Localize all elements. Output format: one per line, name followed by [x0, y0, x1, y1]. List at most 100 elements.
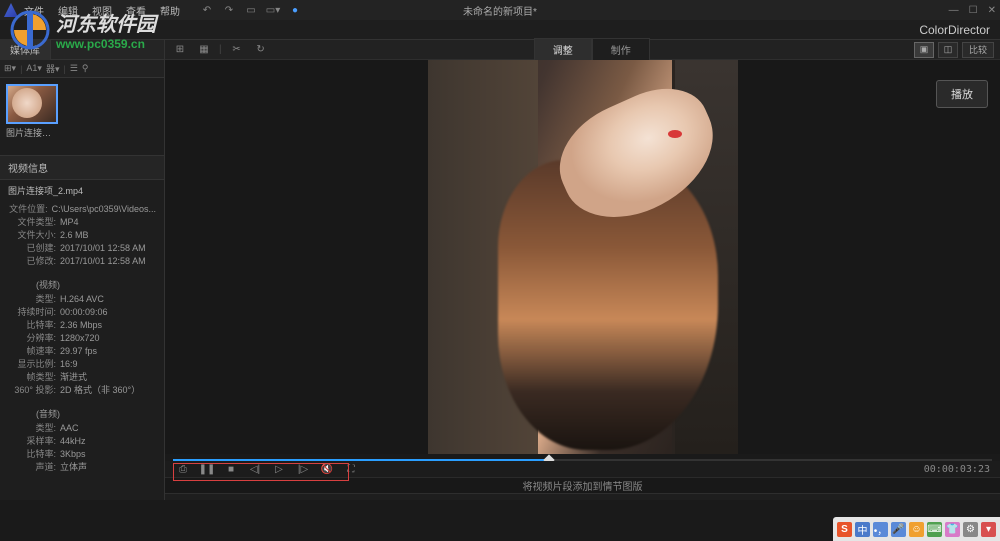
expand-icon[interactable]: ⛶	[341, 461, 361, 477]
system-tray: S 中 •， 🎤 ☺ ⌨ 👕 ⚙ ▾	[833, 517, 1000, 541]
info-key: 比特率:	[8, 319, 56, 332]
tool-icon-1[interactable]: ⊞	[171, 42, 189, 58]
info-row: 文件类型:MP4	[8, 216, 156, 229]
brand-name: ColorDirector	[919, 23, 990, 37]
left-panel: 媒体库 ⊞▾ | A1▾ 器▾ | ☰ ⚲ 图片连接项_2... 视频信息 图片…	[0, 40, 165, 500]
import-icon[interactable]: ⊞▾	[4, 63, 16, 74]
menu-help[interactable]: 帮助	[160, 3, 180, 18]
info-key: 帧类型:	[8, 371, 56, 384]
next-frame-icon[interactable]: |▷	[293, 461, 313, 477]
view-split-icon[interactable]: ◫	[938, 42, 958, 58]
playback-controls: ⎙ ❚❚ ■ ◁| ▷ |▷ 🔇 ⛶ 00:00:03:23	[165, 461, 1000, 477]
info-row: 显示比例: 16:9	[8, 358, 156, 371]
compare-button[interactable]: 比较	[962, 42, 994, 58]
info-row: 360° 投影:2D 格式（非 360°）	[8, 384, 156, 397]
info-value: 1280x720	[60, 332, 100, 345]
view-single-icon[interactable]: ▣	[914, 42, 934, 58]
info-value: 29.97 fps	[60, 345, 97, 358]
capture-icon[interactable]: ⎙	[173, 461, 193, 477]
list-view-icon[interactable]: ☰	[70, 63, 78, 74]
pause-icon[interactable]: ❚❚	[197, 461, 217, 477]
stop-icon[interactable]: ■	[221, 461, 241, 477]
tray-emoji-icon[interactable]: ☺	[909, 522, 924, 537]
watermark-title: 河东软件园	[56, 8, 156, 37]
tray-settings-icon[interactable]: ⚙	[963, 522, 978, 537]
info-key: 显示比例:	[8, 358, 56, 371]
storyboard-drop-area[interactable]: 将视频片段添加到情节图版	[165, 477, 1000, 493]
play-button[interactable]: 播放	[936, 80, 988, 108]
info-row: 帧速率: 29.97 fps	[8, 345, 156, 358]
top-toolbar: ↶ ↷ ▭ ▭▾ ●	[200, 3, 302, 17]
info-value: 2D 格式（非 360°）	[60, 384, 140, 397]
media-thumbnail[interactable]: 图片连接项_2...	[6, 84, 58, 139]
clip-icon[interactable]: ✂	[228, 42, 246, 58]
tab-produce[interactable]: 制作	[592, 38, 650, 61]
tray-ime-icon[interactable]: 中	[855, 522, 870, 537]
info-row: 类型:AAC	[8, 422, 156, 435]
info-row: 已修改:2017/10/01 12:58 AM	[8, 255, 156, 268]
separator: |	[219, 44, 222, 55]
info-key: 已修改:	[8, 255, 56, 268]
tool-icon-2[interactable]: ▦	[195, 42, 213, 58]
watermark-logo-icon	[10, 10, 50, 50]
video-info-panel: 视频信息 图片连接项_2.mp4 文件位置:C:\Users\pc0359\Vi…	[0, 155, 164, 500]
info-value: 2017/10/01 12:58 AM	[60, 242, 146, 255]
tab-adjust[interactable]: 调整	[534, 38, 592, 61]
info-key: 文件类型:	[8, 216, 56, 229]
tray-punct-icon[interactable]: •，	[873, 522, 888, 537]
info-value: 00:00:09:06	[60, 306, 108, 319]
tray-keyboard-icon[interactable]: ⌨	[927, 522, 942, 537]
size-dropdown[interactable]: 器▾	[46, 62, 60, 75]
search-icon[interactable]: ⚲	[82, 63, 89, 74]
info-value: 3Kbps	[60, 448, 86, 461]
info-row: 声道:立体声	[8, 461, 156, 474]
maximize-icon[interactable]: ☐	[969, 5, 978, 16]
info-filename: 图片连接项_2.mp4	[0, 180, 164, 201]
prev-frame-icon[interactable]: ◁|	[245, 461, 265, 477]
info-key: 声道:	[8, 461, 56, 474]
info-row: 已创建:2017/10/01 12:58 AM	[8, 242, 156, 255]
tray-sogou-icon[interactable]: S	[837, 522, 852, 537]
info-key: 类型:	[8, 422, 56, 435]
info-group-video: (视频)	[0, 276, 164, 291]
sort-dropdown[interactable]: A1▾	[26, 63, 42, 74]
thumbnail-label: 图片连接项_2...	[6, 126, 58, 139]
storyboard-hint: 将视频片段添加到情节图版	[523, 478, 643, 493]
info-value: 2.6 MB	[60, 229, 89, 242]
info-panel-header: 视频信息	[0, 156, 164, 180]
preview-image	[428, 60, 738, 454]
info-row: 类型: H.264 AVC	[8, 293, 156, 306]
info-value: C:\Users\pc0359\Videos...	[52, 203, 156, 216]
tray-skin-icon[interactable]: 👕	[945, 522, 960, 537]
info-key: 帧速率:	[8, 345, 56, 358]
info-row: 文件大小:2.6 MB	[8, 229, 156, 242]
close-icon[interactable]: ✕	[988, 5, 996, 16]
timecode-display: 00:00:03:23	[924, 464, 990, 475]
info-key: 分辨率:	[8, 332, 56, 345]
separator: |	[63, 64, 65, 74]
cloud-icon[interactable]: ●	[288, 3, 302, 17]
timeline[interactable]	[165, 454, 1000, 461]
info-group-audio: (音频)	[0, 405, 164, 420]
info-value: 16:9	[60, 358, 78, 371]
horizontal-scrollbar[interactable]	[165, 493, 1000, 500]
info-row: 持续时间:00:00:09:06	[8, 306, 156, 319]
screen-icon[interactable]: ▭	[244, 3, 258, 17]
minimize-icon[interactable]: —	[949, 5, 959, 16]
rotate-icon[interactable]: ↻	[252, 42, 270, 58]
undo-icon[interactable]: ↶	[200, 3, 214, 17]
preview-area: ⊞ ▦ | ✂ ↻ 调整 制作 ▣ ◫ 比较	[165, 40, 1000, 500]
tray-collapse-icon[interactable]: ▾	[981, 522, 996, 537]
project-title: 未命名的新项目*	[463, 3, 537, 18]
mute-icon[interactable]: 🔇	[317, 461, 337, 477]
info-value: H.264 AVC	[60, 293, 104, 306]
info-row: 分辨率: 1280x720	[8, 332, 156, 345]
info-value: 渐进式	[60, 371, 87, 384]
window-controls: — ☐ ✕	[949, 5, 996, 16]
redo-icon[interactable]: ↷	[222, 3, 236, 17]
info-row: 比特率:3Kbps	[8, 448, 156, 461]
info-key: 类型:	[8, 293, 56, 306]
dropdown-icon[interactable]: ▭▾	[266, 3, 280, 17]
tray-mic-icon[interactable]: 🎤	[891, 522, 906, 537]
play-forward-icon[interactable]: ▷	[269, 461, 289, 477]
